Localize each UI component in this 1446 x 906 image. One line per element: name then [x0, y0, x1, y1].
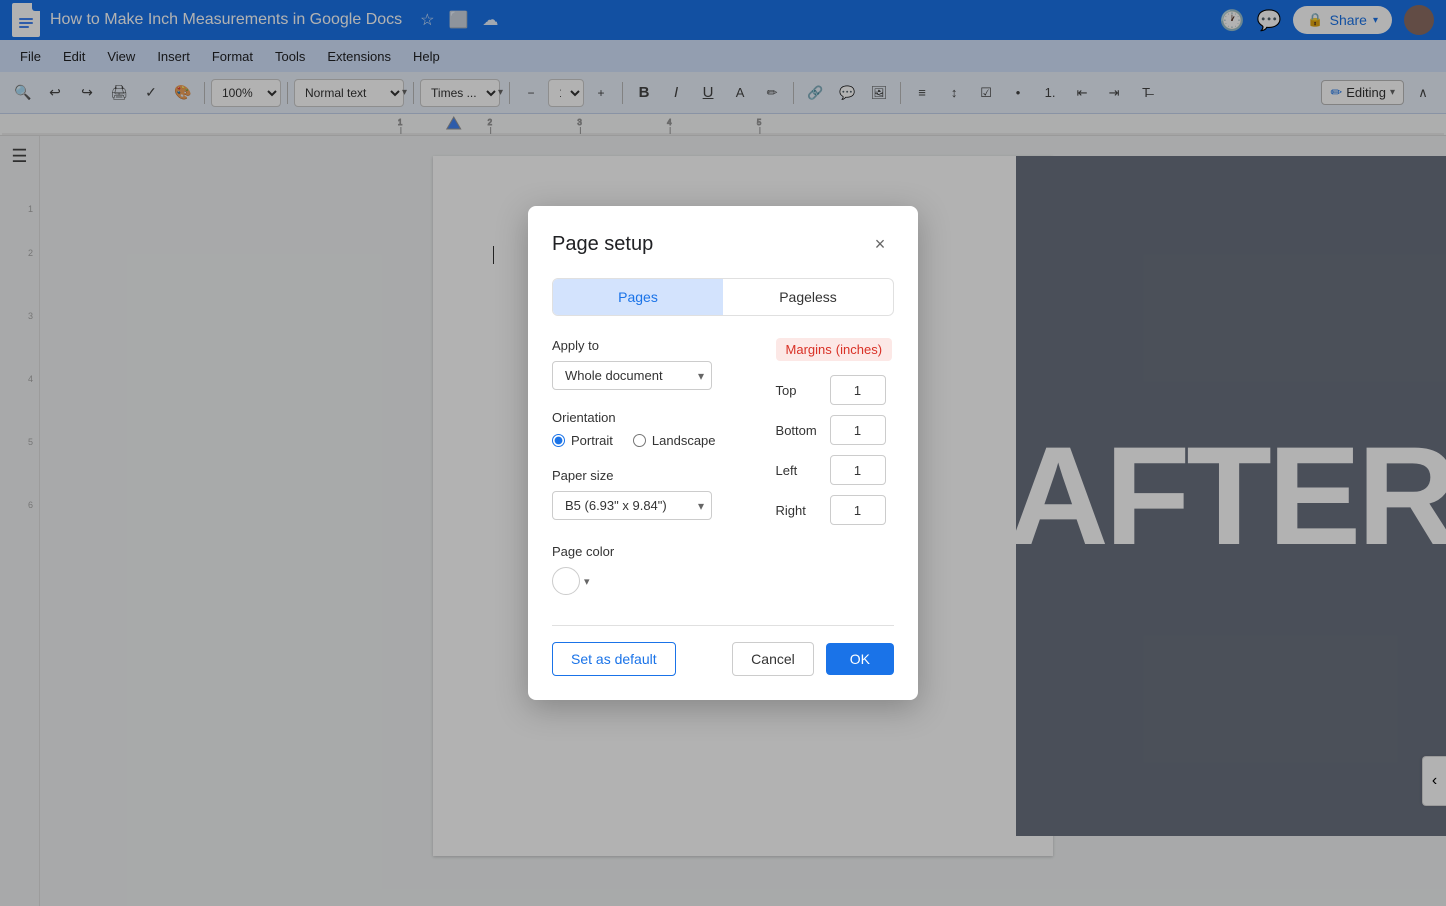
portrait-option[interactable]: Portrait: [552, 433, 613, 448]
paper-size-container: B5 (6.93" x 9.84") ▾: [552, 491, 712, 520]
page-color-swatch[interactable]: [552, 567, 580, 595]
left-margin-row: Left: [776, 455, 976, 485]
margins-header: Margins (inches): [776, 338, 893, 361]
paper-size-section: Paper size B5 (6.93" x 9.84") ▾: [552, 468, 716, 540]
orientation-label: Orientation: [552, 410, 716, 425]
left-margin-input[interactable]: [830, 455, 886, 485]
apply-to-select[interactable]: Whole document: [552, 361, 712, 390]
left-margin-label: Left: [776, 463, 818, 478]
page-setup-dialog: Page setup × Pages Pageless Apply to Who…: [528, 206, 918, 700]
portrait-label: Portrait: [571, 433, 613, 448]
landscape-label: Landscape: [652, 433, 716, 448]
bottom-margin-input[interactable]: [830, 415, 886, 445]
right-margin-label: Right: [776, 503, 818, 518]
page-color-container: ▾: [552, 567, 716, 595]
right-margin-row: Right: [776, 495, 976, 525]
page-color-label: Page color: [552, 544, 716, 559]
modal-header: Page setup ×: [552, 230, 894, 258]
page-color-section: Page color ▾: [552, 544, 716, 595]
landscape-radio[interactable]: [633, 434, 646, 447]
modal-overlay: Page setup × Pages Pageless Apply to Who…: [0, 0, 1446, 906]
apply-to-label: Apply to: [552, 338, 716, 353]
color-dropdown-icon[interactable]: ▾: [584, 575, 590, 588]
orientation-options: Portrait Landscape: [552, 433, 716, 448]
landscape-option[interactable]: Landscape: [633, 433, 716, 448]
paper-size-select[interactable]: B5 (6.93" x 9.84"): [552, 491, 712, 520]
portrait-radio[interactable]: [552, 434, 565, 447]
top-margin-input[interactable]: [830, 375, 886, 405]
top-margin-label: Top: [776, 383, 818, 398]
margins-label: Margins: [786, 342, 832, 357]
tab-pageless[interactable]: Pageless: [723, 279, 893, 315]
apply-to-container: Whole document ▾: [552, 361, 712, 390]
modal-close-button[interactable]: ×: [866, 230, 894, 258]
tab-pages[interactable]: Pages: [553, 279, 723, 315]
paper-size-label: Paper size: [552, 468, 716, 483]
right-margin-input[interactable]: [830, 495, 886, 525]
margins-unit: (inches): [836, 342, 882, 357]
modal-tabs: Pages Pageless: [552, 278, 894, 316]
orientation-section: Orientation Portrait Landscape: [552, 410, 716, 448]
left-column: Apply to Whole document ▾ Orientation Po…: [552, 338, 716, 595]
modal-body: Apply to Whole document ▾ Orientation Po…: [552, 338, 894, 595]
modal-footer: Set as default Cancel OK: [552, 625, 894, 676]
set-as-default-button[interactable]: Set as default: [552, 642, 676, 676]
modal-title: Page setup: [552, 233, 653, 256]
right-column: Margins (inches) Top Bottom Left: [776, 338, 976, 595]
bottom-margin-label: Bottom: [776, 423, 818, 438]
top-margin-row: Top: [776, 375, 976, 405]
cancel-button[interactable]: Cancel: [732, 642, 814, 676]
bottom-margin-row: Bottom: [776, 415, 976, 445]
ok-button[interactable]: OK: [826, 643, 894, 675]
